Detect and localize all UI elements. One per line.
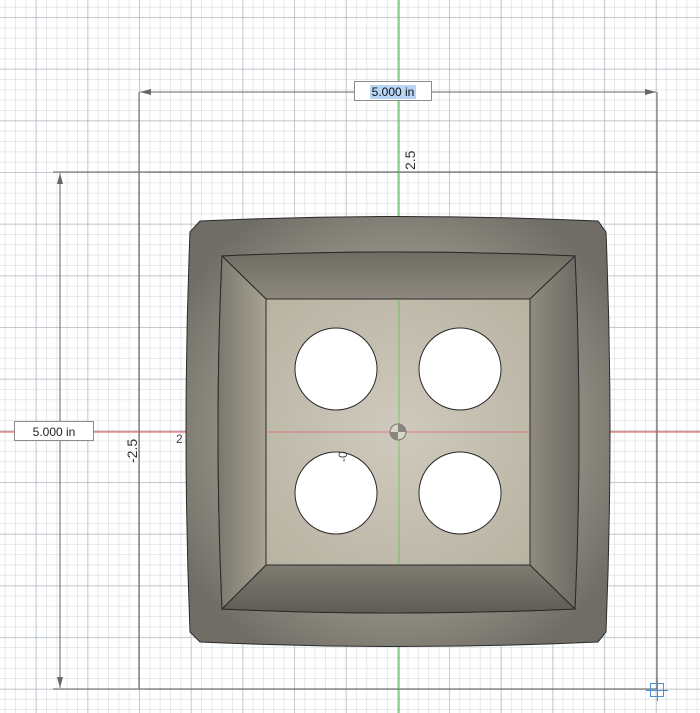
hole-top-right[interactable] <box>418 327 502 411</box>
wall-bottom <box>220 564 577 614</box>
wall-top <box>220 251 577 300</box>
width-dimension-value: 5.000 in <box>369 85 417 99</box>
axis-label-top: 2.5 <box>402 150 418 170</box>
origin-icon[interactable] <box>389 423 407 441</box>
hole-bottom-left[interactable] <box>294 451 378 535</box>
wall-right <box>529 254 580 611</box>
width-dimension-input[interactable]: 5.000 in <box>354 81 432 101</box>
axis-label-left: -2.5 <box>124 438 140 463</box>
hole-top-left[interactable] <box>294 327 378 411</box>
wall-left <box>217 254 267 611</box>
scene-svg <box>0 0 700 713</box>
axis-label-center-partial: -0 <box>336 451 350 462</box>
axis-label-left-partial: 2 <box>176 432 183 446</box>
height-dimension-input[interactable]: 5.000 in <box>14 421 94 441</box>
corner-snap-handle-icon[interactable] <box>646 679 668 701</box>
hole-bottom-right[interactable] <box>418 451 502 535</box>
width-dimension[interactable] <box>138 89 658 178</box>
sketch-canvas[interactable]: 5.000 in 5.000 in 2.5 -2.5 2 -0 <box>0 0 700 713</box>
